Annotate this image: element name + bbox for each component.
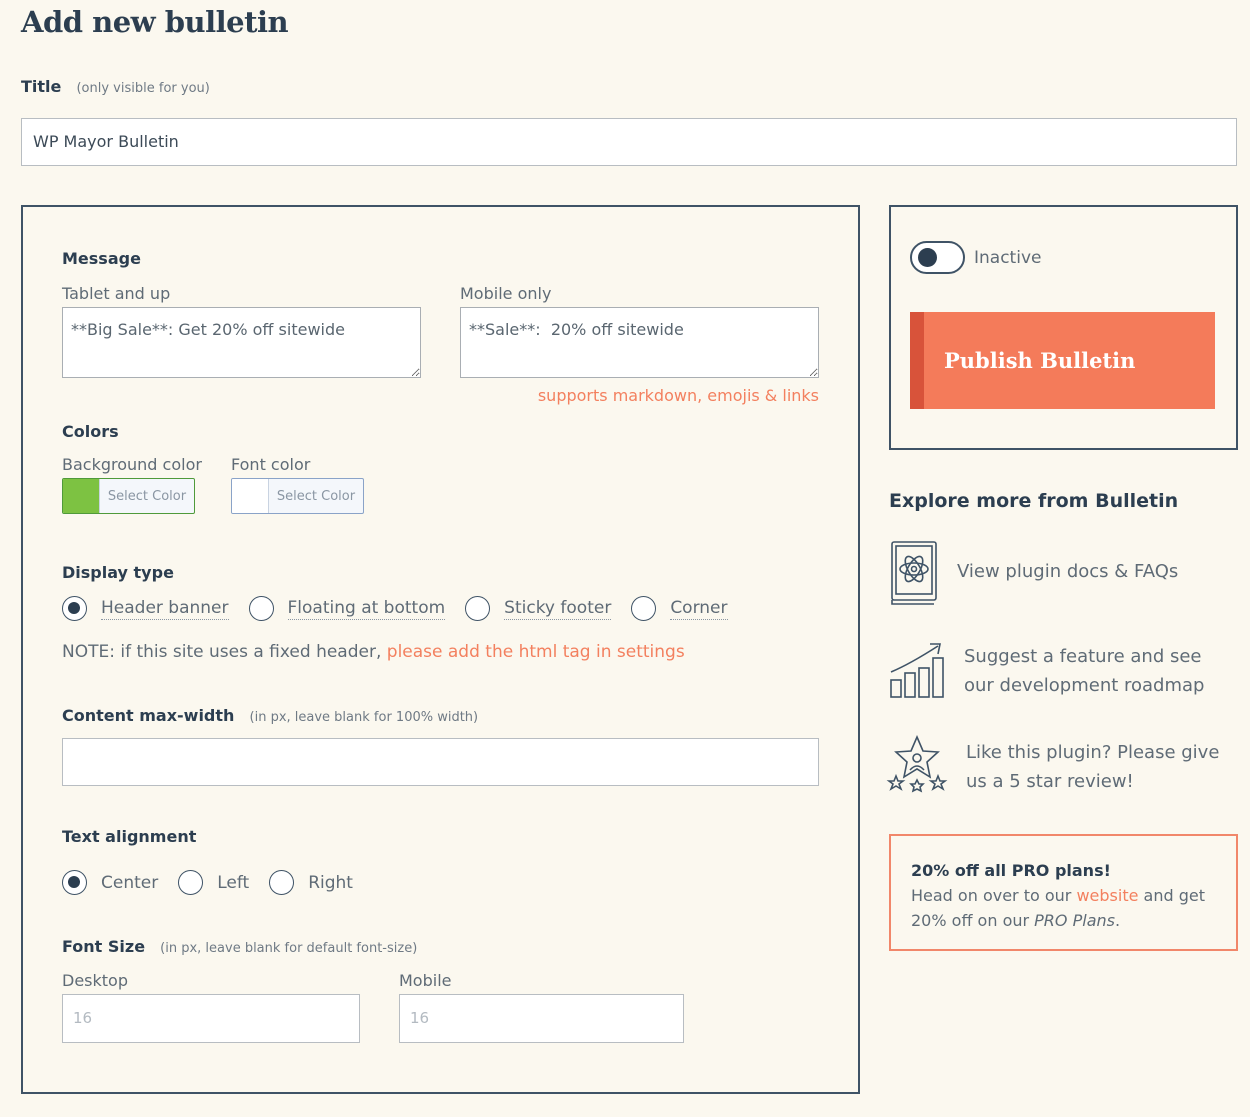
resource-line: View plugin docs & FAQs bbox=[957, 561, 1179, 582]
display-type-options: Header banner Floating at bottom Sticky … bbox=[62, 596, 748, 621]
markdown-note: supports markdown, emojis & links bbox=[537, 386, 819, 405]
publish-button-label: Publish Bulletin bbox=[944, 348, 1136, 373]
mobile-font-label: Mobile bbox=[399, 971, 452, 990]
content-width-hint: (in px, leave blank for 100% width) bbox=[249, 710, 479, 725]
font-size-hint: (in px, leave blank for default font-siz… bbox=[160, 941, 418, 956]
align-option-label[interactable]: Right bbox=[308, 873, 353, 893]
font-color-swatch bbox=[232, 479, 269, 513]
display-option-label[interactable]: Corner bbox=[670, 598, 728, 620]
font-color-picker[interactable]: Select Color bbox=[231, 478, 364, 514]
page-title: Add new bulletin bbox=[21, 5, 289, 39]
display-header-banner-radio[interactable] bbox=[62, 596, 87, 621]
select-color-label: Select Color bbox=[107, 488, 187, 504]
promo-heading: 20% off all PRO plans! bbox=[911, 861, 1111, 880]
title-label-row: Title (only visible for you) bbox=[21, 77, 210, 96]
tablet-message-textarea[interactable]: **Big Sale**: Get 20% off sitewide bbox=[62, 307, 421, 378]
review-link[interactable]: Like this plugin? Please give us a 5 sta… bbox=[966, 738, 1219, 796]
explore-heading: Explore more from Bulletin bbox=[889, 490, 1179, 512]
content-width-label-row: Content max-width (in px, leave blank fo… bbox=[62, 706, 478, 725]
mobile-font-size-input[interactable]: 16 bbox=[399, 994, 684, 1043]
display-option-label[interactable]: Sticky footer bbox=[504, 598, 612, 620]
align-left-radio[interactable] bbox=[178, 870, 204, 895]
mobile-message-textarea[interactable]: **Sale**: 20% off sitewide bbox=[460, 307, 819, 378]
mobile-label: Mobile only bbox=[460, 284, 552, 303]
message-heading: Message bbox=[62, 249, 141, 268]
background-color-label: Background color bbox=[62, 455, 202, 474]
resource-line: Suggest a feature and see bbox=[964, 646, 1202, 667]
background-color-swatch bbox=[63, 479, 100, 513]
promo-text: . bbox=[1114, 911, 1121, 930]
display-floating-bottom-radio[interactable] bbox=[248, 596, 274, 621]
book-atom-icon bbox=[889, 540, 939, 610]
promo-text: Head on over to our bbox=[911, 886, 1077, 905]
promo-line-2: 20% off on our PRO Plans. bbox=[911, 908, 1216, 933]
growth-chart-icon bbox=[888, 640, 946, 704]
desktop-font-label: Desktop bbox=[62, 971, 128, 990]
title-input[interactable]: WP Mayor Bulletin bbox=[21, 118, 1237, 166]
font-size-label: Font Size bbox=[62, 937, 146, 956]
docs-link[interactable]: View plugin docs & FAQs bbox=[957, 557, 1178, 586]
align-option-label[interactable]: Center bbox=[101, 873, 158, 893]
publish-button[interactable]: Publish Bulletin bbox=[910, 312, 1215, 409]
content-width-label: Content max-width bbox=[62, 706, 235, 725]
resource-line: us a 5 star review! bbox=[966, 771, 1134, 792]
font-size-label-row: Font Size (in px, leave blank for defaul… bbox=[62, 937, 417, 956]
background-color-picker[interactable]: Select Color bbox=[62, 478, 195, 514]
toggle-knob bbox=[918, 248, 937, 267]
star-award-icon bbox=[886, 734, 948, 800]
pro-promo-box: 20% off all PRO plans! Head on over to o… bbox=[889, 834, 1238, 951]
display-sticky-footer-radio[interactable] bbox=[465, 596, 491, 621]
desktop-font-size-input[interactable]: 16 bbox=[62, 994, 360, 1043]
display-type-heading: Display type bbox=[62, 563, 174, 582]
website-link[interactable]: website bbox=[1076, 886, 1138, 905]
align-option-label[interactable]: Left bbox=[217, 873, 249, 893]
select-color-label: Select Color bbox=[276, 488, 356, 504]
promo-text: and get bbox=[1138, 886, 1205, 905]
display-corner-radio[interactable] bbox=[631, 596, 657, 621]
display-option-label[interactable]: Header banner bbox=[101, 598, 229, 620]
text-alignment-options: Center Left Right bbox=[62, 870, 373, 895]
fixed-header-note: NOTE: if this site uses a fixed header, … bbox=[62, 642, 685, 662]
text-alignment-heading: Text alignment bbox=[62, 827, 197, 846]
pro-plans-text: PRO Plans bbox=[1034, 911, 1115, 930]
settings-link[interactable]: please add the html tag in settings bbox=[387, 642, 685, 662]
promo-line-1: Head on over to our website and get bbox=[911, 883, 1216, 908]
display-option-label[interactable]: Floating at bottom bbox=[287, 598, 446, 620]
active-toggle[interactable] bbox=[910, 241, 965, 274]
colors-heading: Colors bbox=[62, 422, 119, 441]
promo-text: 20% off on our bbox=[911, 911, 1035, 930]
content-max-width-input[interactable] bbox=[62, 738, 819, 786]
align-right-radio[interactable] bbox=[269, 870, 295, 895]
title-hint: (only visible for you) bbox=[76, 81, 210, 96]
resource-line: Like this plugin? Please give bbox=[966, 742, 1220, 763]
status-label: Inactive bbox=[974, 248, 1042, 268]
tablet-label: Tablet and up bbox=[62, 284, 171, 303]
align-center-radio[interactable] bbox=[62, 870, 87, 895]
roadmap-link[interactable]: Suggest a feature and see our developmen… bbox=[964, 642, 1204, 700]
title-label: Title bbox=[21, 77, 62, 96]
resource-line: our development roadmap bbox=[964, 675, 1205, 696]
font-color-label: Font color bbox=[231, 455, 311, 474]
note-text: NOTE: if this site uses a fixed header, bbox=[62, 642, 387, 662]
